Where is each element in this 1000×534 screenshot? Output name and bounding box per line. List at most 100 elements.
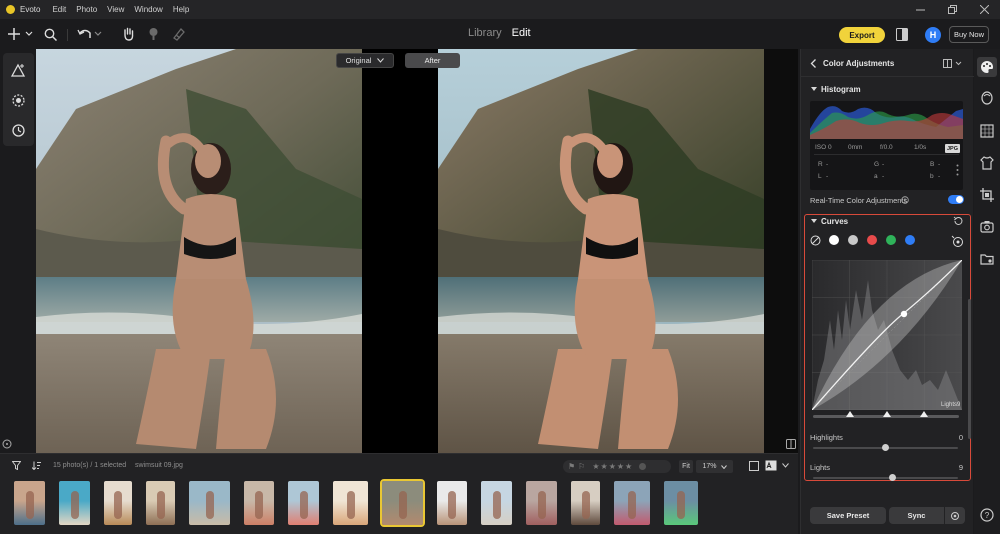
panel-back-icon[interactable] xyxy=(810,59,819,68)
photo-thumbnail[interactable] xyxy=(146,481,175,525)
photo-thumbnail[interactable] xyxy=(288,481,319,525)
minimize-button[interactable] xyxy=(904,0,936,19)
photo-thumbnail[interactable] xyxy=(526,481,557,525)
hand-tool-button[interactable] xyxy=(121,25,135,43)
chevron-down-icon[interactable] xyxy=(782,463,789,468)
title-bar: Evoto Edit Photo View Window Help xyxy=(0,0,1000,19)
lights-slider[interactable] xyxy=(813,477,958,479)
help-icon[interactable]: ? xyxy=(980,508,994,522)
thumbnail-figure xyxy=(448,491,456,519)
rail-color-adjustments[interactable] xyxy=(977,57,997,77)
history-icon[interactable] xyxy=(11,123,26,138)
highlights-slider-knob[interactable] xyxy=(882,444,889,451)
mask-brush-button[interactable] xyxy=(146,25,160,43)
channel-red-dot[interactable] xyxy=(867,235,877,245)
panel-title: Color Adjustments xyxy=(823,59,895,68)
export-button[interactable]: Export xyxy=(839,27,885,43)
rating-filter[interactable]: ⚑ ⚐ ★★★★★ xyxy=(563,460,671,473)
chevron-down-icon xyxy=(720,464,727,469)
buy-now-button[interactable]: Buy Now xyxy=(949,26,989,43)
split-view-icon[interactable] xyxy=(786,439,796,449)
undo-button[interactable] xyxy=(77,25,103,43)
rgb-b-value: - xyxy=(938,161,941,168)
avatar[interactable]: H xyxy=(925,27,941,43)
photo-thumbnail[interactable] xyxy=(380,479,425,527)
sort-icon[interactable] xyxy=(32,461,41,470)
adjust-ai-icon[interactable] xyxy=(11,63,26,78)
realtime-toggle[interactable] xyxy=(948,195,964,204)
curve-picker-icon[interactable] xyxy=(951,235,964,248)
highlights-value[interactable]: 0 xyxy=(959,433,963,442)
info-icon[interactable] xyxy=(901,196,909,204)
clothing-icon[interactable] xyxy=(980,156,994,170)
photo-thumbnail[interactable] xyxy=(333,481,368,525)
menu-view[interactable]: View xyxy=(107,5,124,14)
zoom-select[interactable]: 17% xyxy=(696,460,733,473)
after-label: After xyxy=(405,53,460,68)
add-button[interactable] xyxy=(8,25,36,43)
menu-photo[interactable]: Photo xyxy=(76,5,97,14)
menu-edit[interactable]: Edit xyxy=(52,5,66,14)
face-retouch-icon[interactable] xyxy=(980,91,994,105)
background-icon[interactable] xyxy=(980,124,994,138)
sync-settings-button[interactable] xyxy=(945,507,965,524)
photo-thumbnail[interactable] xyxy=(664,481,698,525)
close-window-button[interactable] xyxy=(968,0,1000,19)
panel-layout-icon[interactable] xyxy=(943,59,963,68)
photo-thumbnail[interactable] xyxy=(189,481,230,525)
eraser-button[interactable] xyxy=(171,25,185,43)
photo-thumbnail[interactable] xyxy=(614,481,650,525)
photo-thumbnail[interactable] xyxy=(244,481,274,525)
lab-l-value: - xyxy=(826,173,829,180)
photo-thumbnail[interactable] xyxy=(481,481,512,525)
channel-green-dot[interactable] xyxy=(886,235,896,245)
midtones-range-handle[interactable] xyxy=(883,411,891,417)
curve-edit-icon[interactable] xyxy=(810,235,821,246)
curves-collapse-caret[interactable] xyxy=(811,219,817,223)
channel-blue-dot[interactable] xyxy=(905,235,915,245)
restore-button[interactable] xyxy=(936,0,968,19)
reset-icon[interactable] xyxy=(953,216,963,226)
filter-icon[interactable] xyxy=(12,461,21,470)
thumbnail-figure xyxy=(492,491,501,519)
histogram-collapse-caret[interactable] xyxy=(811,87,817,91)
curve-control-point[interactable] xyxy=(900,310,908,318)
tab-edit[interactable]: Edit xyxy=(512,27,531,39)
star-icon[interactable]: ★★★★★ xyxy=(592,462,633,471)
original-view-select[interactable]: Original xyxy=(336,53,394,68)
menu-window[interactable]: Window xyxy=(134,5,162,14)
color-label-icon[interactable] xyxy=(639,463,647,470)
channel-rgb-dot[interactable] xyxy=(829,235,839,245)
single-view-icon[interactable] xyxy=(749,461,759,471)
info-icon[interactable] xyxy=(2,439,12,449)
crop-icon[interactable] xyxy=(980,188,994,202)
lights-value[interactable]: 9 xyxy=(959,463,963,472)
more-vertical-icon[interactable] xyxy=(956,164,959,176)
panel-scrollbar[interactable] xyxy=(968,299,971,439)
photo-canvas[interactable] xyxy=(0,49,798,453)
compare-view-icon[interactable] xyxy=(765,460,777,471)
photo-thumbnail[interactable] xyxy=(571,481,600,525)
channel-luminance-dot[interactable] xyxy=(848,235,858,245)
highlights-range-handle[interactable] xyxy=(920,411,928,417)
chevron-down-icon xyxy=(377,58,385,63)
detect-icon[interactable] xyxy=(11,93,26,108)
menu-help[interactable]: Help xyxy=(173,5,189,14)
shadows-range-handle[interactable] xyxy=(846,411,854,417)
folder-settings-icon[interactable] xyxy=(980,252,994,266)
format-badge: JPG xyxy=(945,144,960,153)
flag-icon[interactable]: ⚑ xyxy=(568,462,575,471)
compare-panel-button[interactable] xyxy=(896,27,908,42)
photo-thumbnail[interactable] xyxy=(437,481,467,525)
photo-thumbnail[interactable] xyxy=(59,481,90,525)
unflag-icon[interactable]: ⚐ xyxy=(578,462,585,471)
photo-thumbnail[interactable] xyxy=(104,481,132,525)
fit-button[interactable]: Fit xyxy=(679,460,693,473)
search-button[interactable] xyxy=(43,25,57,43)
tab-library[interactable]: Library xyxy=(468,27,502,39)
photo-thumbnail[interactable] xyxy=(14,481,45,525)
curves-graph[interactable] xyxy=(812,260,962,410)
sync-button[interactable]: Sync xyxy=(889,507,944,524)
camera-icon[interactable] xyxy=(980,220,994,234)
save-preset-button[interactable]: Save Preset xyxy=(810,507,886,524)
